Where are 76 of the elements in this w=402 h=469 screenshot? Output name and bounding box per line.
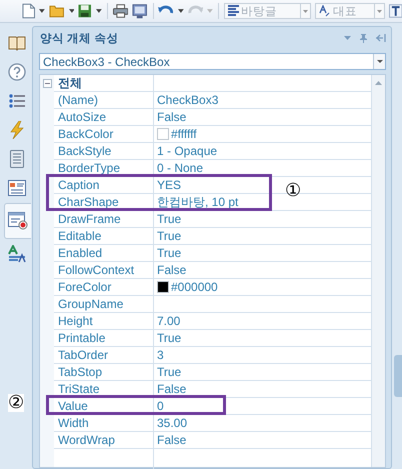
caret-icon: [302, 10, 308, 12]
new-document-icon[interactable]: [22, 3, 36, 19]
property-value[interactable]: #ffffff: [171, 126, 197, 142]
property-name[interactable]: BackColor: [54, 126, 154, 143]
collapse-icon[interactable]: [42, 79, 52, 88]
form-record-icon: [8, 212, 28, 230]
dock-icon[interactable]: [376, 34, 386, 42]
property-value[interactable]: 3: [157, 347, 164, 363]
caret-icon[interactable]: [96, 9, 102, 13]
caret-icon[interactable]: [39, 9, 46, 13]
list-icon: [9, 93, 25, 109]
property-name[interactable]: WordWrap: [54, 432, 154, 449]
category-label: 전체: [54, 75, 154, 92]
lightning-icon: [9, 121, 25, 139]
property-name[interactable]: (Name): [54, 92, 154, 109]
document-icon: [10, 150, 24, 168]
property-value[interactable]: 0 - None: [157, 160, 204, 176]
text-style-icon: [8, 245, 26, 263]
property-name[interactable]: ForeColor: [54, 279, 154, 296]
save-icon[interactable]: [78, 4, 92, 18]
object-select[interactable]: CheckBox3 - CheckBox: [39, 53, 386, 70]
property-value[interactable]: False: [157, 381, 186, 397]
scroll-up-icon[interactable]: [375, 81, 382, 85]
paragraph-style-icon: [228, 5, 239, 17]
property-name[interactable]: Editable: [54, 228, 154, 245]
property-value[interactable]: False: [157, 432, 186, 448]
callout-number: ①: [285, 182, 302, 200]
property-value[interactable]: True: [157, 211, 182, 227]
property-name[interactable]: Value: [54, 398, 154, 415]
property-name[interactable]: Width: [54, 415, 154, 432]
property-value[interactable]: True: [157, 330, 182, 346]
property-value[interactable]: 7.00: [157, 313, 180, 329]
preview-icon[interactable]: [132, 4, 148, 18]
book-icon: [8, 35, 26, 51]
sidebar-tab[interactable]: [4, 203, 31, 239]
property-name[interactable]: Printable: [54, 330, 154, 347]
help-icon: [8, 63, 26, 81]
language-icon: [318, 5, 331, 17]
property-name[interactable]: BackStyle: [54, 143, 154, 160]
property-name[interactable]: BorderType: [54, 160, 154, 177]
property-name[interactable]: GroupName: [54, 296, 154, 313]
property-name[interactable]: AutoSize: [54, 109, 154, 126]
font-icon[interactable]: [388, 4, 402, 18]
property-name[interactable]: Height: [54, 313, 154, 330]
property-value[interactable]: True: [157, 228, 182, 244]
dropdown-button[interactable]: [301, 3, 311, 19]
property-value[interactable]: 35.00: [157, 415, 188, 431]
property-value[interactable]: False: [157, 262, 186, 278]
property-name[interactable]: TabStop: [54, 364, 154, 381]
property-value[interactable]: 0: [157, 398, 164, 414]
property-value[interactable]: True: [157, 245, 182, 261]
caret-icon[interactable]: [178, 9, 184, 13]
caret-icon: [376, 10, 382, 12]
property-value[interactable]: YES: [157, 177, 182, 193]
caret-icon[interactable]: [68, 9, 74, 13]
property-value[interactable]: True: [157, 364, 182, 380]
property-value[interactable]: #000000: [171, 279, 218, 295]
property-value[interactable]: False: [157, 109, 186, 125]
property-name[interactable]: CharShape: [54, 194, 154, 211]
property-value[interactable]: 1 - Opaque: [157, 143, 218, 159]
dropdown-caret-icon: [376, 60, 382, 63]
panel-title: 양식 개체 속성: [39, 32, 120, 46]
form-icon: [8, 180, 26, 196]
property-name[interactable]: FollowContext: [54, 262, 154, 279]
property-name[interactable]: TabOrder: [54, 347, 154, 364]
menu-caret-icon[interactable]: [344, 36, 351, 40]
property-name[interactable]: Caption: [54, 177, 154, 194]
property-value[interactable]: 한컴바탕, 10 pt: [157, 194, 238, 210]
property-name[interactable]: DrawFrame: [54, 211, 154, 228]
scrollbar[interactable]: [371, 75, 385, 467]
property-value[interactable]: CheckBox3: [157, 92, 218, 108]
property-name[interactable]: Enabled: [54, 245, 154, 262]
pin-icon[interactable]: [360, 34, 367, 42]
callout-number: ②: [8, 394, 24, 412]
printer-icon[interactable]: [112, 4, 128, 18]
property-name[interactable]: TriState: [54, 381, 154, 398]
